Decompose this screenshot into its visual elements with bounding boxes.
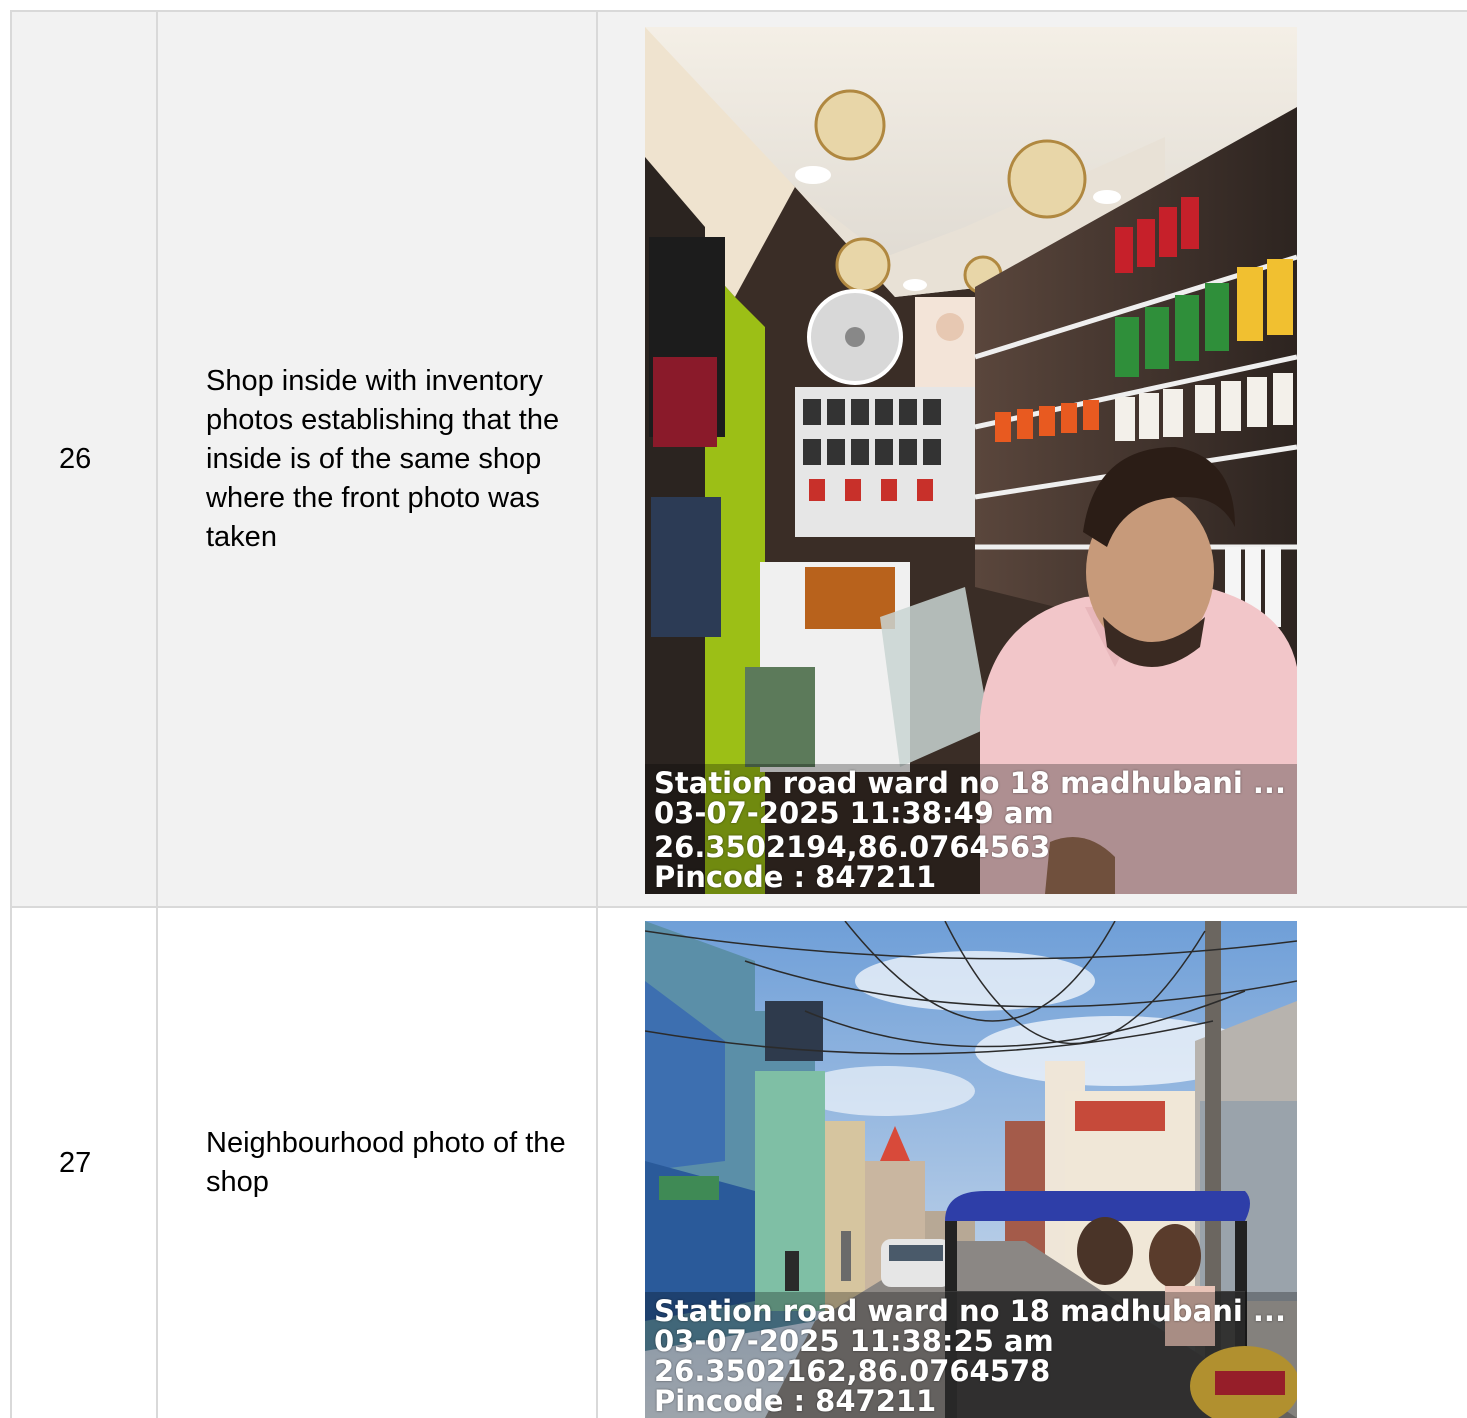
row-number: 26 — [12, 12, 158, 906]
photo-geo-stamp: Station road ward no 18 madhubani ... 03… — [645, 764, 1297, 894]
photo-cell: Station road ward no 18 madhubani ... 03… — [598, 908, 1467, 1418]
stamp-coordinates: 26.3502162,86.0764578 — [654, 1354, 1051, 1388]
stamp-pincode: Pincode : 847211 — [654, 1384, 937, 1418]
stamp-coordinates: 26.3502194,86.0764563 — [654, 830, 1051, 864]
stamp-address: Station road ward no 18 madhubani ... — [654, 766, 1286, 800]
neighbourhood-photo: Station road ward no 18 madhubani ... 03… — [645, 921, 1297, 1418]
row-description: Shop inside with inventory photos establ… — [158, 12, 598, 906]
shop-interior-photo: Station road ward no 18 madhubani ... 03… — [645, 27, 1297, 894]
photo-cell: Station road ward no 18 madhubani ... 03… — [598, 12, 1467, 906]
row-number: 27 — [12, 908, 158, 1418]
photo-geo-stamp: Station road ward no 18 madhubani ... 03… — [645, 1292, 1297, 1418]
row-description: Neighbourhood photo of the shop — [158, 908, 598, 1418]
evidence-table: 26 Shop inside with inventory photos est… — [10, 10, 1467, 1418]
stamp-address: Station road ward no 18 madhubani ... — [654, 1294, 1286, 1328]
stamp-pincode: Pincode : 847211 — [654, 860, 937, 894]
stamp-datetime: 03-07-2025 11:38:25 am — [654, 1324, 1054, 1358]
stamp-datetime: 03-07-2025 11:38:49 am — [654, 796, 1054, 830]
table-row: 27 Neighbourhood photo of the shop Stati… — [12, 908, 1467, 1418]
table-row: 26 Shop inside with inventory photos est… — [12, 12, 1467, 908]
